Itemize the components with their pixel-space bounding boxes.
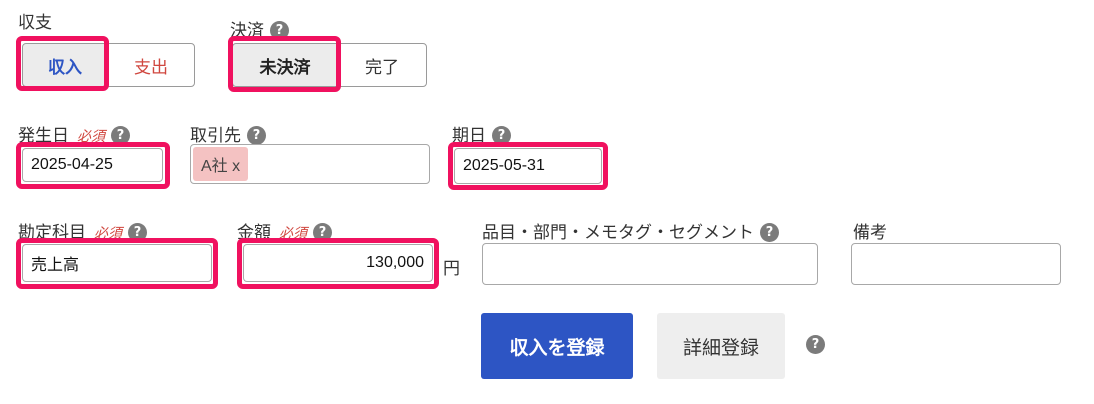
settled-toggle-label: 完了 — [365, 57, 399, 77]
due-date-label: 期日? — [452, 121, 511, 146]
account-item-help-icon[interactable]: ? — [128, 223, 147, 242]
detail-register-button-label: 詳細登録 — [682, 337, 759, 359]
unsettled-toggle[interactable]: 未決済 — [232, 43, 338, 87]
due-date-help-icon[interactable]: ? — [492, 126, 511, 145]
occurrence-date-value: 2025-04-25 — [31, 156, 113, 173]
register-help: ? — [806, 335, 825, 355]
partner-label: 取引先? — [190, 121, 266, 146]
detail-register-button[interactable]: 詳細登録 — [657, 313, 785, 379]
remarks-label-text: 備考 — [853, 223, 887, 242]
expense-toggle[interactable]: 支出 — [107, 43, 195, 87]
required-mark: 必須 — [94, 225, 122, 241]
amount-value: 130,000 — [366, 254, 424, 271]
items-dept-label: 品目・部門・メモタグ・セグメント? — [482, 218, 779, 243]
items-dept-help-icon[interactable]: ? — [760, 223, 779, 242]
amount-input[interactable]: 130,000 — [243, 244, 433, 282]
occurrence-date-label-text: 発生日 — [18, 126, 69, 145]
income-toggle-label: 収入 — [48, 57, 82, 77]
occurrence-date-help-icon[interactable]: ? — [111, 126, 130, 145]
required-mark: 必須 — [279, 225, 307, 241]
partner-input[interactable]: A社 x — [190, 144, 430, 184]
partner-tag[interactable]: A社 x — [193, 147, 249, 181]
amount-label: 金額 必須? — [237, 218, 332, 243]
items-dept-input[interactable] — [482, 243, 818, 285]
occurrence-date-input[interactable]: 2025-04-25 — [22, 148, 163, 182]
remarks-input[interactable] — [851, 243, 1061, 285]
settlement-help-icon[interactable]: ? — [270, 21, 289, 40]
amount-label-text: 金額 — [237, 223, 271, 242]
due-date-input[interactable]: 2025-05-31 — [454, 148, 602, 184]
remarks-label: 備考 — [853, 218, 887, 243]
expense-toggle-label: 支出 — [134, 57, 168, 77]
due-date-label-text: 期日 — [452, 126, 486, 145]
partner-help-icon[interactable]: ? — [247, 126, 266, 145]
income-toggle[interactable]: 収入 — [22, 43, 108, 87]
account-item-label-text: 勘定科目 — [18, 223, 86, 242]
partner-label-text: 取引先 — [190, 126, 241, 145]
register-help-icon[interactable]: ? — [806, 335, 825, 354]
unsettled-toggle-label: 未決済 — [259, 57, 311, 77]
amount-unit-text: 円 — [443, 259, 460, 278]
account-item-value: 売上高 — [31, 257, 80, 274]
amount-help-icon[interactable]: ? — [313, 223, 332, 242]
settled-toggle[interactable]: 完了 — [337, 43, 427, 87]
required-mark: 必須 — [77, 128, 105, 144]
account-item-input[interactable]: 売上高 — [22, 244, 212, 282]
account-item-label: 勘定科目 必須? — [18, 218, 147, 243]
amount-unit: 円 — [443, 254, 460, 279]
income-expense-label-text: 収支 — [18, 13, 52, 32]
occurrence-date-label: 発生日 必須? — [18, 121, 130, 146]
register-income-button[interactable]: 収入を登録 — [481, 313, 633, 379]
settlement-label-text: 決済 — [230, 21, 264, 40]
register-income-button-label: 収入を登録 — [509, 337, 605, 359]
income-expense-label: 収支 — [18, 8, 52, 33]
items-dept-label-text: 品目・部門・メモタグ・セグメント — [482, 223, 754, 242]
due-date-value: 2025-05-31 — [463, 157, 545, 174]
settlement-label: 決済? — [230, 16, 289, 41]
